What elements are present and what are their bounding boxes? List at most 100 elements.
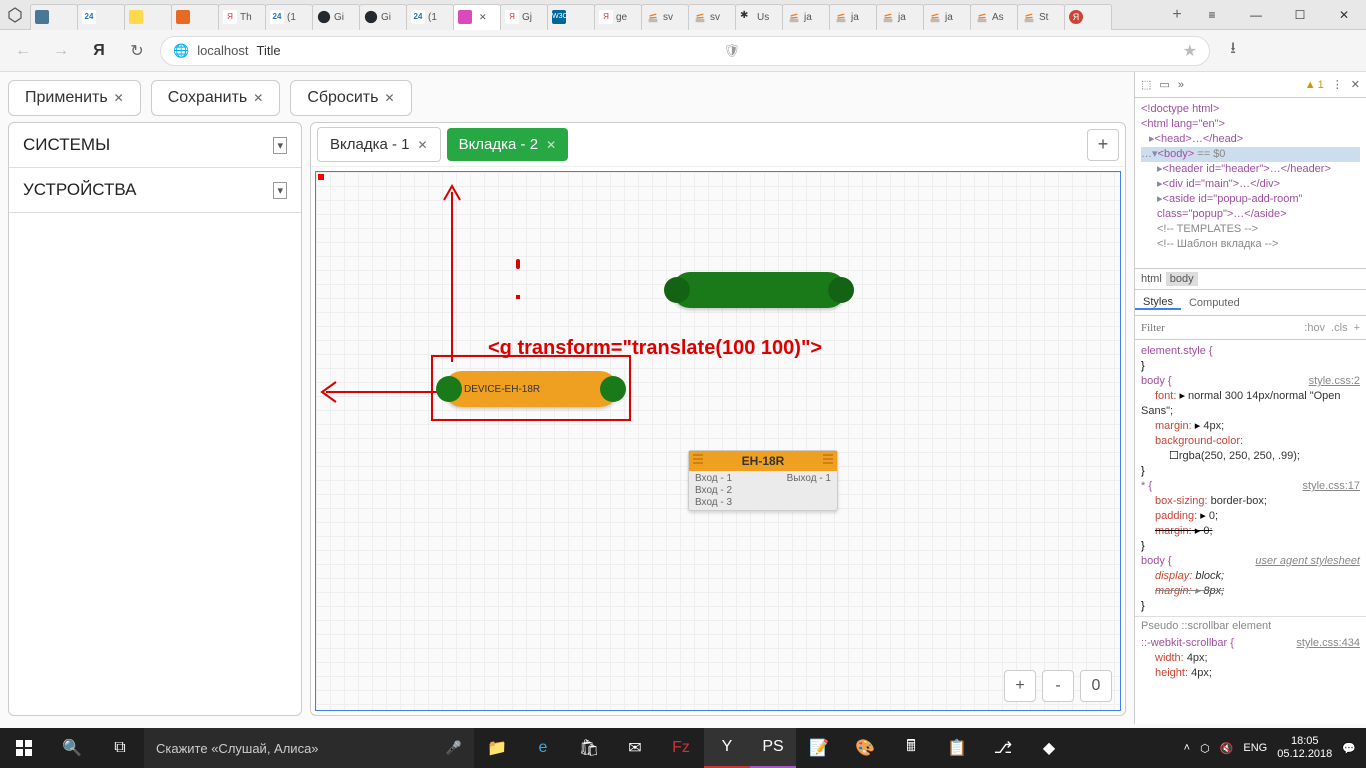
breadcrumb[interactable]: html body <box>1135 268 1366 290</box>
close-icon[interactable]: ✕ <box>418 138 428 152</box>
device-icon[interactable]: ▭ <box>1159 78 1169 91</box>
canvas[interactable]: <g transform="translate(100 100)"> DEVIC… <box>315 171 1121 711</box>
mail-icon[interactable]: ✉ <box>612 728 658 768</box>
browser-tab[interactable]: St <box>1017 4 1065 30</box>
bookmark-icon[interactable]: ★ <box>1183 41 1197 61</box>
browser-tab[interactable]: ЯGj <box>500 4 548 30</box>
styles-pane[interactable]: element.style { } body {style.css:2 font… <box>1135 340 1366 724</box>
minimize-button[interactable]: ― <box>1234 0 1278 30</box>
browser-tab[interactable]: 24(1 <box>406 4 454 30</box>
browser-tab[interactable]: Gi <box>359 4 407 30</box>
apply-button[interactable]: Применить✕ <box>8 80 141 116</box>
tab-styles[interactable]: Styles <box>1135 296 1181 310</box>
tray-icon[interactable]: ⬡ <box>1200 742 1210 755</box>
browser-tab[interactable]: 24(1 <box>265 4 313 30</box>
calc-icon[interactable]: 🖩 <box>888 728 934 768</box>
device-node-green[interactable] <box>672 272 846 308</box>
reset-button[interactable]: Сбросить✕ <box>290 80 411 116</box>
close-button[interactable]: ✕ <box>1322 0 1366 30</box>
yandex-button[interactable]: Я <box>84 36 114 66</box>
close-icon[interactable]: ✕ <box>384 91 394 105</box>
close-icon[interactable]: ✕ <box>253 91 263 105</box>
browser-tab[interactable]: sv <box>641 4 689 30</box>
browser-tab[interactable]: ja <box>829 4 877 30</box>
app-icon[interactable]: ◆ <box>1026 728 1072 768</box>
explorer-icon[interactable]: 📁 <box>474 728 520 768</box>
url-input[interactable]: 🌐 localhost Title 🛡 ★ <box>160 36 1210 66</box>
clock[interactable]: 18:0505.12.2018 <box>1277 735 1332 761</box>
browser-tab[interactable]: W3C <box>547 4 595 30</box>
browser-tab[interactable]: 24 <box>77 4 125 30</box>
zoom-out-button[interactable]: - <box>1042 670 1074 702</box>
browser-tab[interactable]: Gi <box>312 4 360 30</box>
tray-expand-icon[interactable]: ˄ <box>1184 742 1190 754</box>
add-rule-icon[interactable]: + <box>1354 322 1360 334</box>
paint-icon[interactable]: 🎨 <box>842 728 888 768</box>
system-tray: ˄ ⬡ 🔇 ENG 18:0505.12.2018 💬 <box>1184 735 1366 761</box>
yandex-icon[interactable]: Y <box>704 728 750 768</box>
browser-titlebar: 24ЯTh24(1GiGi24(1✕ЯGjW3CЯgesvsv✱Usjajaja… <box>0 0 1366 30</box>
app-icon[interactable]: 📋 <box>934 728 980 768</box>
browser-tab[interactable] <box>171 4 219 30</box>
tab-computed[interactable]: Computed <box>1181 297 1248 309</box>
taskbar: 🔍 ⧉ Скажите «Слушай, Алиса» 🎤 📁 e 🛍 ✉ Fz… <box>0 728 1366 768</box>
back-button[interactable]: ← <box>8 36 38 66</box>
search-icon[interactable]: 🔍 <box>48 728 96 768</box>
close-icon[interactable]: ✕ <box>546 138 556 152</box>
browser-tab[interactable]: ✱Us <box>735 4 783 30</box>
chevron-down-icon: ▾ <box>273 137 287 154</box>
styles-tabs: Styles Computed <box>1135 290 1366 316</box>
maximize-button[interactable]: ☐ <box>1278 0 1322 30</box>
sidebar-systems[interactable]: СИСТЕМЫ▾ <box>9 123 301 168</box>
save-button[interactable]: Сохранить✕ <box>151 80 281 116</box>
start-button[interactable] <box>0 728 48 768</box>
git-icon[interactable]: ⎇ <box>980 728 1026 768</box>
reload-button[interactable]: ↻ <box>122 36 152 66</box>
browser-tab[interactable]: As <box>970 4 1018 30</box>
browser-tab[interactable] <box>30 4 78 30</box>
store-icon[interactable]: 🛍 <box>566 728 612 768</box>
warnings-badge[interactable]: ▲1 <box>1305 79 1324 91</box>
cls-toggle[interactable]: .cls <box>1331 322 1348 334</box>
filter-input[interactable] <box>1141 322 1298 334</box>
browser-tab[interactable]: ja <box>876 4 924 30</box>
sidebar-devices[interactable]: УСТРОЙСТВА▾ <box>9 168 301 213</box>
new-tab-button[interactable]: + <box>1164 2 1190 28</box>
url-host: localhost <box>197 43 248 58</box>
browser-tab[interactable]: ЯTh <box>218 4 266 30</box>
browser-tab[interactable]: ja <box>923 4 971 30</box>
filezilla-icon[interactable]: Fz <box>658 728 704 768</box>
edge-icon[interactable]: e <box>520 728 566 768</box>
add-tab-button[interactable]: + <box>1087 129 1119 161</box>
notifications-icon[interactable]: 💬 <box>1342 742 1356 755</box>
forward-button[interactable]: → <box>46 36 76 66</box>
assistant-input[interactable]: Скажите «Слушай, Алиса» 🎤 <box>144 728 474 768</box>
task-view-icon[interactable]: ⧉ <box>96 728 144 768</box>
browser-tab[interactable]: ja <box>782 4 830 30</box>
notes-icon[interactable]: 📝 <box>796 728 842 768</box>
close-icon[interactable]: ✕ <box>114 91 124 105</box>
more-icon[interactable]: » <box>1178 79 1184 91</box>
menu-icon[interactable]: ≡ <box>1190 0 1234 30</box>
settings-icon[interactable]: ⋮ <box>1332 78 1343 91</box>
volume-icon[interactable]: 🔇 <box>1220 742 1234 755</box>
zoom-in-button[interactable]: + <box>1004 670 1036 702</box>
tab-2[interactable]: Вкладка - 2✕ <box>447 128 569 161</box>
browser-tab[interactable]: Я <box>1064 4 1112 30</box>
downloads-icon[interactable]: ⭳ <box>1218 36 1248 66</box>
shield-icon[interactable]: 🛡 <box>723 43 740 59</box>
dom-tree[interactable]: <!doctype html> <html lang="en"> ▸<head>… <box>1135 98 1366 268</box>
browser-tab[interactable]: ✕ <box>453 4 501 30</box>
browser-tab[interactable]: Яge <box>594 4 642 30</box>
phpstorm-icon[interactable]: PS <box>750 728 796 768</box>
tab-1[interactable]: Вкладка - 1✕ <box>317 127 441 162</box>
browser-tab[interactable]: sv <box>688 4 736 30</box>
devtools-close[interactable]: ✕ <box>1351 78 1360 91</box>
mic-icon[interactable]: 🎤 <box>446 740 462 756</box>
inspect-icon[interactable]: ⬚ <box>1141 78 1151 91</box>
browser-tab[interactable] <box>124 4 172 30</box>
device-node-orange[interactable]: DEVICE-EH-18R <box>444 371 618 407</box>
lang-indicator[interactable]: ENG <box>1243 742 1267 754</box>
device-box-node[interactable]: EH-18R Вход - 1Вход - 2Вход - 3 Выход - … <box>688 450 838 511</box>
hov-toggle[interactable]: :hov <box>1304 322 1325 334</box>
